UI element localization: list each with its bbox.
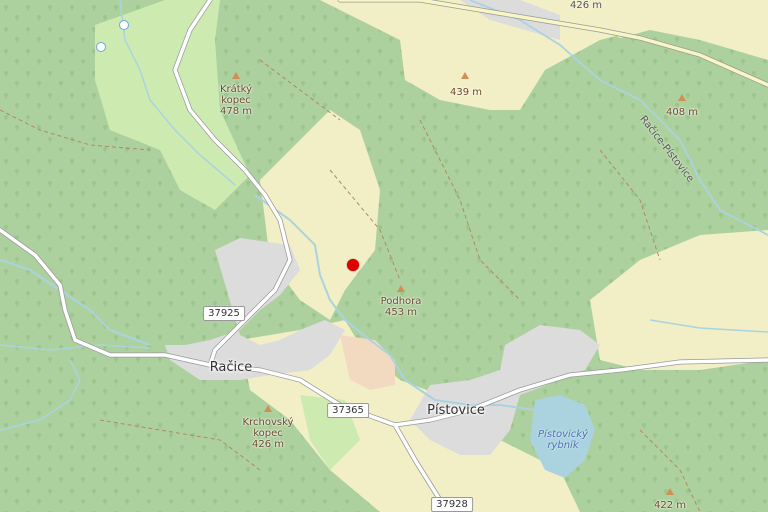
peak-label-kratky: Krátký kopec 478 m (220, 84, 252, 117)
peak-icon (461, 72, 469, 79)
peak-icon (397, 285, 405, 292)
info-point-icon-2[interactable] (96, 42, 106, 52)
peak-elevation: 422 m (653, 500, 687, 511)
peak-label-408: 408 m (666, 107, 698, 118)
town-label-pistovice[interactable]: Pístovice (427, 403, 485, 418)
peak-elevation: 478 m (219, 106, 253, 117)
peak-icon (678, 94, 686, 101)
pond-label: Pístovický rybník (538, 429, 588, 451)
peak-label-439: 439 m (450, 87, 482, 98)
road-shield-37365: 37365 (327, 403, 369, 418)
peak-name: Podhora (380, 296, 422, 307)
info-point-icon[interactable] (119, 20, 129, 30)
peak-elevation: 408 m (665, 107, 699, 118)
peak-elevation: 426 m (251, 439, 285, 450)
peak-elevation: 439 m (449, 87, 483, 98)
peak-icon (232, 72, 240, 79)
top-elevation-label: 426 m (570, 0, 603, 11)
location-marker[interactable] (347, 259, 359, 271)
map-canvas[interactable]: Krátký kopec 478 m 439 m 408 m Podhora 4… (0, 0, 768, 512)
peak-icon (264, 405, 272, 412)
map-base-layer (0, 0, 768, 512)
peak-label-krchovsky: Krchovský kopec 426 m (243, 417, 294, 450)
peak-label-podhora: Podhora 453 m (381, 296, 422, 318)
road-shield-37925: 37925 (203, 306, 245, 321)
peak-label-422: 422 m (654, 500, 686, 511)
town-label-racice[interactable]: Račice (210, 360, 253, 375)
peak-elevation: 453 m (384, 307, 417, 318)
peak-name: Krchovský kopec (242, 417, 294, 439)
peak-name: Krátký kopec (219, 84, 253, 106)
peak-icon (666, 488, 674, 495)
road-shield-37928: 37928 (431, 497, 473, 512)
